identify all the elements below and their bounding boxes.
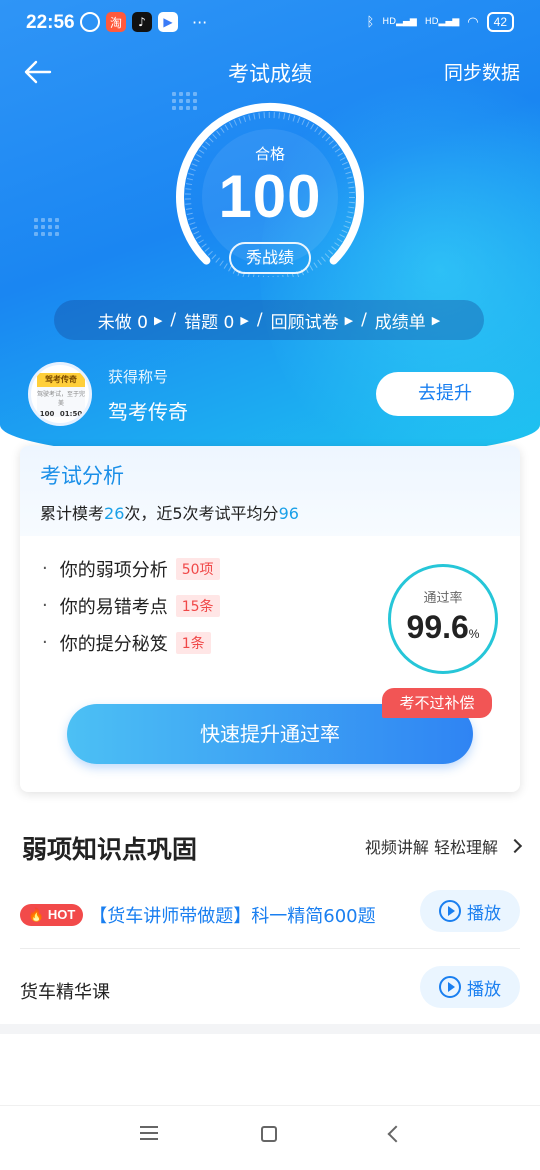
analysis-title: 考试分析	[40, 464, 124, 488]
quick-link-review[interactable]: 回顾试卷 ▶	[271, 308, 353, 333]
system-icons: ᛒ HD▂▄▆ HD▂▄▆ ◠ 42	[367, 12, 514, 32]
title-badge-image: 驾考传奇 驾驶考试，至于完美 100 01:50	[28, 362, 92, 426]
analysis-header: 考试分析 累计模考26次，近5次考试平均分96	[20, 446, 520, 536]
share-score-button[interactable]: 秀战绩	[229, 242, 311, 274]
system-nav-bar	[0, 1105, 540, 1170]
section-title: 弱项知识点巩固	[22, 835, 198, 864]
separator: /	[170, 310, 177, 330]
analysis-item-label: 你的提分秘笈	[59, 633, 168, 655]
signal-hd-icon: HD▂▄▆	[382, 17, 417, 27]
play-button[interactable]: 播放	[420, 890, 520, 932]
score-value: 100	[218, 163, 322, 230]
badge-title: 驾考传奇	[37, 373, 85, 387]
pass-rate-label: 通过率	[423, 591, 463, 606]
triangle-right-icon: ▶	[153, 313, 163, 327]
attempt-count: 26	[104, 504, 125, 523]
more-label: 视频讲解 轻松理解	[364, 838, 498, 857]
quick-links-bar: 未做 0 ▶ / 错题 0 ▶ / 回顾试卷 ▶ / 成绩单 ▶	[54, 300, 484, 340]
analysis-item-errors[interactable]: · 你的易错考点 15条	[42, 587, 220, 624]
triangle-right-icon: ▶	[344, 313, 354, 327]
improve-button[interactable]: 去提升	[376, 372, 514, 416]
analysis-list: · 你的弱项分析 50项 · 你的易错考点 15条 · 你的提分秘笈 1条	[42, 550, 220, 661]
analysis-item-label: 你的弱项分析	[59, 559, 168, 581]
title-label: 获得称号	[108, 368, 169, 386]
taobao-icon: 淘	[106, 12, 126, 32]
play-label: 播放	[467, 979, 501, 1000]
separator: /	[256, 310, 263, 330]
quick-link-label: 未做 0	[97, 312, 148, 333]
quick-link-wrong[interactable]: 错题 0 ▶	[184, 308, 249, 333]
divider	[20, 948, 520, 949]
video-explain-link[interactable]: 视频讲解 轻松理解	[364, 834, 523, 858]
title-value: 驾考传奇	[108, 400, 188, 424]
recent-apps-icon[interactable]	[140, 1126, 158, 1144]
pass-status: 合格	[254, 145, 285, 163]
quick-link-report[interactable]: 成绩单 ▶	[375, 308, 440, 333]
nav-bar: 考试成绩 同步数据	[0, 52, 540, 92]
play-icon	[439, 976, 461, 998]
analysis-summary: 累计模考26次，近5次考试平均分96	[40, 500, 500, 524]
chevron-right-icon	[507, 838, 523, 854]
badge-card: 驾考传奇 驾驶考试，至于完美 100 01:50	[37, 373, 86, 418]
separator: /	[361, 310, 367, 330]
hd-label: HD	[424, 17, 439, 27]
bullet: ·	[42, 632, 48, 653]
badge-score: 100	[39, 410, 55, 418]
play-store-icon: ▶	[158, 12, 178, 32]
tiktok-icon: ♪	[132, 12, 152, 32]
summary-mid: 次，近5次考试平均分	[124, 504, 279, 523]
bullet: ·	[42, 595, 48, 616]
wifi-icon: ◠	[467, 14, 479, 30]
play-label: 播放	[467, 903, 501, 924]
hd-label: HD	[382, 17, 397, 27]
triangle-right-icon: ▶	[240, 313, 249, 327]
status-time: 22:56	[26, 12, 75, 33]
battery-icon: 42	[486, 12, 514, 32]
badge-stats: 100 01:50	[37, 410, 85, 418]
pass-rate-value: 99.6%	[391, 609, 495, 646]
play-icon	[439, 900, 461, 922]
bluetooth-icon: ᛒ	[366, 14, 375, 30]
notification-icons: 淘 ♪ ▶ ···	[80, 12, 207, 32]
section-separator	[0, 1024, 540, 1034]
quick-link-label: 成绩单	[374, 312, 426, 333]
play-button[interactable]: 播放	[420, 966, 520, 1008]
summary-prefix: 累计模考	[40, 504, 105, 523]
status-bar: 22:56 淘 ♪ ▶ ··· ᛒ HD▂▄▆ HD▂▄▆ ◠ 42	[0, 0, 540, 46]
analysis-item-weak[interactable]: · 你的弱项分析 50项	[42, 550, 220, 587]
pass-rate-unit: %	[468, 627, 480, 641]
title-award-row: 驾考传奇 驾驶考试，至于完美 100 01:50 获得称号 驾考传奇 去提升	[28, 362, 518, 428]
count-tag: 1条	[175, 631, 211, 654]
course-title: 【货车讲师带做题】科一精简600题	[89, 906, 376, 927]
weak-points-section: 弱项知识点巩固 视频讲解 轻松理解 🔥 HOT 【货车讲师带做题】科一精简600…	[0, 812, 540, 1032]
bullet: ·	[42, 558, 48, 579]
badge-line: 驾驶考试，至于完美	[37, 391, 86, 407]
exam-analysis-card: 考试分析 累计模考26次，近5次考试平均分96 · 你的弱项分析 50项 · 你的易错…	[20, 446, 520, 792]
quick-link-label: 错题 0	[184, 312, 235, 333]
pass-rate-ring: 通过率 99.6%	[388, 564, 498, 674]
analysis-item-tips[interactable]: · 你的提分秘笈 1条	[42, 624, 220, 661]
badge-time: 01:50	[59, 410, 83, 418]
course-item[interactable]: 🔥 HOT 【货车讲师带做题】科一精简600题 播放	[20, 890, 520, 940]
course-item[interactable]: 货车精华课 播放	[20, 966, 520, 1016]
home-icon[interactable]	[261, 1126, 277, 1142]
hot-badge: 🔥 HOT	[20, 904, 84, 926]
compensation-tag: 考不过补偿	[382, 688, 492, 718]
hot-label: HOT	[47, 907, 76, 922]
triangle-right-icon: ▶	[431, 313, 441, 327]
sync-data-button[interactable]: 同步数据	[444, 58, 520, 85]
course-title: 货车精华课	[20, 982, 110, 1003]
quick-link-label: 回顾试卷	[270, 312, 339, 333]
average-score: 96	[278, 504, 299, 523]
more-notifications-icon: ···	[192, 12, 208, 32]
signal-hd2-icon: HD▂▄▆	[424, 17, 460, 27]
analysis-item-label: 你的易错考点	[59, 596, 168, 618]
system-back-icon[interactable]	[387, 1125, 405, 1143]
count-tag: 50项	[175, 557, 220, 580]
count-tag: 15条	[175, 594, 220, 617]
alarm-icon	[80, 12, 100, 32]
pass-rate-number: 99.6	[406, 609, 469, 645]
quick-link-undone[interactable]: 未做 0 ▶	[98, 308, 163, 333]
